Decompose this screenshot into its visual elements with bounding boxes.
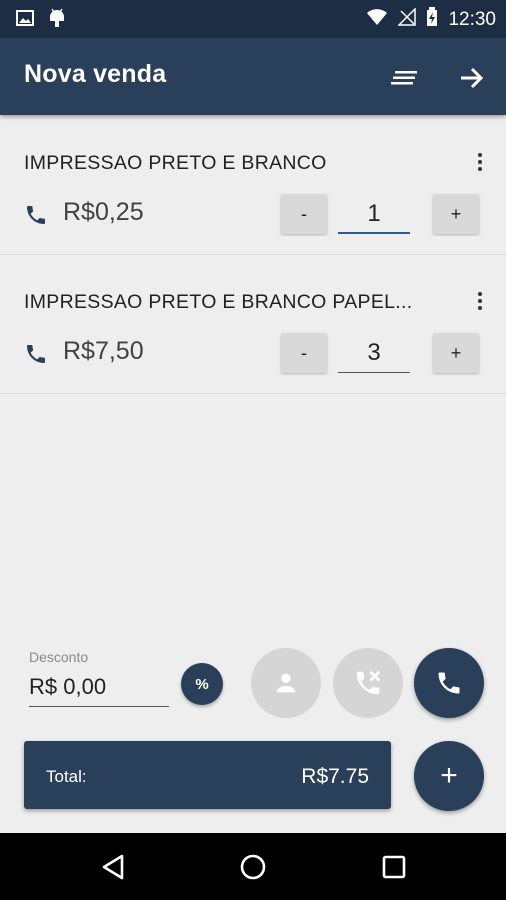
sort-button[interactable] bbox=[387, 60, 423, 96]
customer-button[interactable] bbox=[251, 648, 321, 718]
home-icon bbox=[240, 854, 266, 880]
discount-label: Desconto bbox=[29, 649, 89, 665]
more-vert-icon[interactable] bbox=[470, 147, 490, 177]
recents-button[interactable] bbox=[380, 853, 408, 881]
quantity-field[interactable]: 1 bbox=[338, 196, 410, 234]
phone-icon bbox=[438, 672, 460, 694]
total-bar[interactable]: Total: R$7.75 bbox=[24, 741, 391, 809]
decrease-button[interactable]: - bbox=[281, 333, 327, 373]
add-item-button[interactable]: + bbox=[414, 741, 484, 811]
battery-charging-icon bbox=[426, 7, 438, 32]
phone-off-icon bbox=[356, 670, 381, 695]
image-icon bbox=[16, 9, 34, 32]
item-price: R$0,25 bbox=[63, 198, 144, 226]
home-button[interactable] bbox=[239, 853, 267, 881]
status-bar: 12:30 bbox=[0, 0, 506, 38]
phone-icon bbox=[24, 203, 48, 232]
phone-icon bbox=[24, 342, 48, 371]
total-label: Total: bbox=[46, 767, 87, 786]
percent-button[interactable]: % bbox=[181, 663, 223, 705]
back-icon bbox=[102, 854, 124, 880]
forward-button[interactable] bbox=[454, 60, 490, 96]
total-value: R$7.75 bbox=[301, 765, 369, 788]
discount-field[interactable]: R$ 0,00 bbox=[29, 670, 169, 707]
decrease-button[interactable]: - bbox=[281, 194, 327, 234]
increase-button[interactable]: + bbox=[433, 333, 479, 373]
quantity-field[interactable]: 3 bbox=[338, 335, 410, 373]
item-name: IMPRESSAO PRETO E BRANCO PAPEL... bbox=[24, 291, 413, 313]
android-icon bbox=[48, 8, 66, 33]
back-button[interactable] bbox=[99, 853, 127, 881]
sort-icon bbox=[391, 71, 417, 85]
phone-button[interactable] bbox=[414, 648, 484, 718]
increase-button[interactable]: + bbox=[433, 194, 479, 234]
no-signal-icon bbox=[397, 7, 417, 31]
recents-icon bbox=[382, 855, 406, 879]
arrow-forward-icon bbox=[461, 67, 484, 89]
navigation-bar bbox=[0, 833, 506, 900]
wifi-icon bbox=[366, 8, 388, 31]
more-vert-icon[interactable] bbox=[470, 286, 490, 316]
person-icon bbox=[276, 673, 296, 693]
item-price: R$7,50 bbox=[63, 337, 144, 365]
clock: 12:30 bbox=[448, 8, 496, 30]
phone-off-button[interactable] bbox=[333, 648, 403, 718]
app-bar: Nova venda bbox=[0, 38, 506, 115]
list-item[interactable]: IMPRESSAO PRETO E BRANCO R$0,25 - 1 + bbox=[0, 116, 506, 255]
item-name: IMPRESSAO PRETO E BRANCO bbox=[24, 152, 327, 174]
page-title: Nova venda bbox=[24, 60, 167, 88]
add-icon: + bbox=[440, 759, 458, 792]
list-item[interactable]: IMPRESSAO PRETO E BRANCO PAPEL... R$7,50… bbox=[0, 255, 506, 394]
